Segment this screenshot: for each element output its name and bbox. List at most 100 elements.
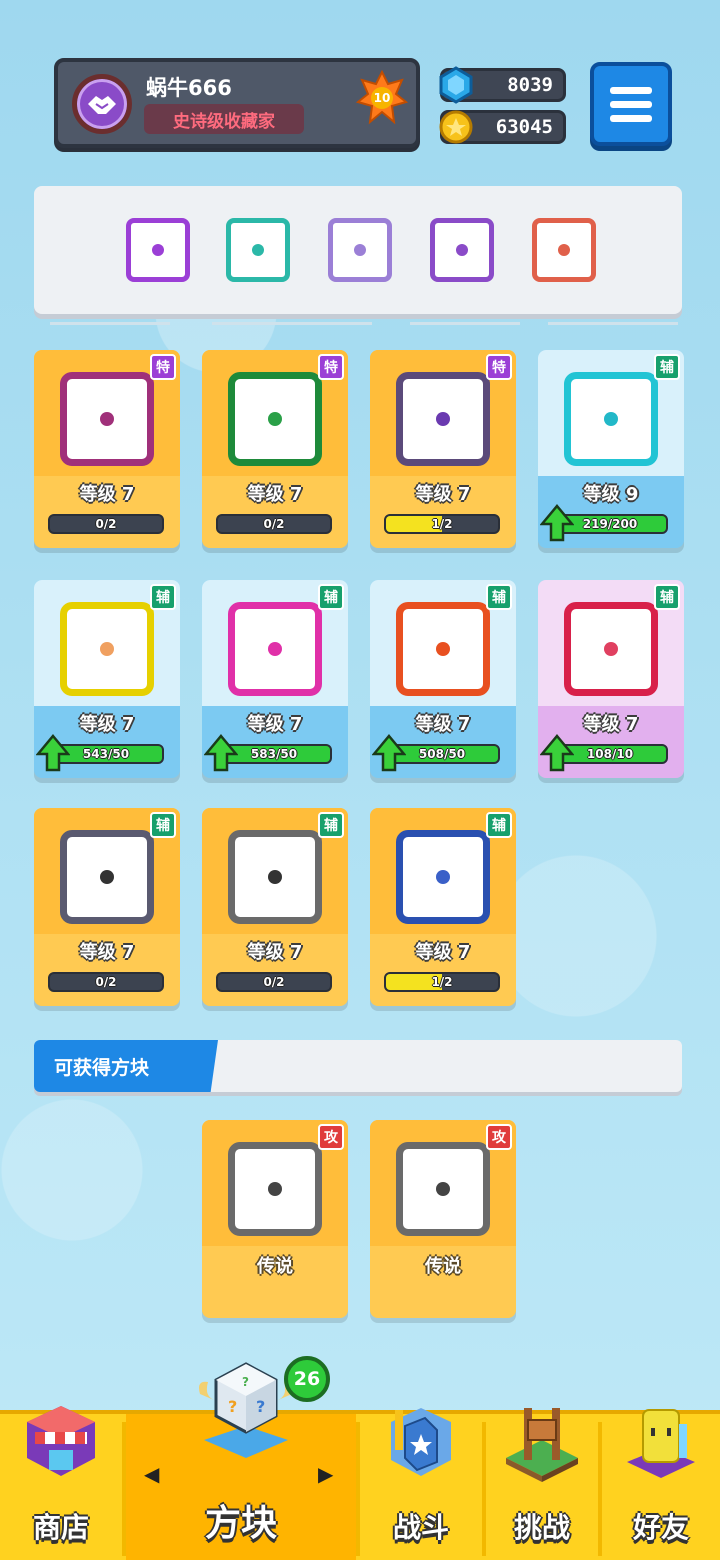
coin-counter[interactable]: 63045 — [439, 110, 566, 144]
block-card[interactable]: 辅 等级 7 108/10 — [538, 580, 684, 778]
tile-center-dot — [604, 412, 618, 426]
block-card[interactable]: 特 等级 7 0/2 — [34, 350, 180, 548]
block-progress-bar: 0/2 — [48, 514, 164, 534]
tile-center-dot — [268, 870, 282, 884]
block-card[interactable]: 特 等级 7 1/2 — [370, 350, 516, 548]
block-card[interactable]: 辅 等级 7 1/2 — [370, 808, 516, 1006]
block-type-badge: 辅 — [318, 812, 344, 838]
available-section-header: 可获得方块 — [34, 1040, 682, 1092]
nav-challenge-label: 挑战 — [513, 1511, 570, 1544]
block-type-badge: 辅 — [486, 812, 512, 838]
block-progress-bar: 0/2 — [216, 972, 332, 992]
player-level-badge: 10 — [356, 70, 408, 126]
tile-center-dot — [604, 642, 618, 656]
block-level: 等级 7 — [247, 714, 303, 735]
block-card[interactable]: 特 等级 7 0/2 — [202, 350, 348, 548]
block-type-badge: 辅 — [318, 584, 344, 610]
block-level: 等级 7 — [247, 484, 303, 505]
upgrade-arrow-icon[interactable] — [540, 504, 574, 542]
block-rarity: 传说 — [257, 1256, 293, 1277]
next-arrow-icon[interactable]: ▶ — [318, 1462, 333, 1486]
block-level: 等级 9 — [583, 484, 639, 505]
available-block-card[interactable]: 攻 传说 — [370, 1120, 516, 1318]
block-card[interactable]: 辅 等级 7 583/50 — [202, 580, 348, 778]
progress-text: 0/2 — [263, 975, 285, 989]
progress-text: 1/2 — [431, 975, 453, 989]
gear-icon — [228, 1142, 322, 1236]
gem-counter[interactable]: 8039 — [439, 66, 566, 104]
tile-center-dot — [436, 870, 450, 884]
tile-center-dot — [268, 412, 282, 426]
crack-icon — [354, 244, 366, 256]
block-level: 等级 7 — [415, 942, 471, 963]
player-name: 蜗牛666 — [146, 76, 232, 100]
progress-text: 0/2 — [263, 517, 285, 531]
tile-center-dot — [100, 870, 114, 884]
divider — [548, 322, 678, 325]
infinity-icon — [558, 244, 570, 256]
shop-icon — [27, 1406, 95, 1476]
challenge-icon — [506, 1408, 578, 1482]
moon-icon — [396, 830, 490, 924]
nav-friends-label: 好友 — [632, 1511, 689, 1544]
battle-icon — [391, 1408, 451, 1476]
nav-shop-label: 商店 — [32, 1511, 89, 1544]
block-card[interactable]: 辅 等级 9 219/200 — [538, 350, 684, 548]
nav-blocks-label: 方块 — [204, 1503, 277, 1544]
block-card[interactable]: 辅 等级 7 543/50 — [34, 580, 180, 778]
divider — [212, 322, 372, 325]
block-card[interactable]: 辅 等级 7 0/2 — [202, 808, 348, 1006]
friends-icon — [627, 1409, 695, 1478]
handshake-icon — [88, 96, 116, 114]
block-card[interactable]: 辅 等级 7 508/50 — [370, 580, 516, 778]
block-card[interactable]: 辅 等级 7 0/2 — [34, 808, 180, 1006]
shield-icon — [228, 602, 322, 696]
block-level: 等级 7 — [79, 714, 135, 735]
profile-panel[interactable]: 蜗牛666 史诗级收藏家 10 — [54, 58, 420, 148]
deck-slot[interactable] — [532, 218, 596, 282]
upgrade-arrow-icon[interactable] — [372, 734, 406, 772]
tile-center-dot — [436, 412, 450, 426]
jaws-icon — [60, 830, 154, 924]
deck-slot[interactable] — [430, 218, 494, 282]
block-type-badge: 辅 — [150, 812, 176, 838]
purple-orb-icon — [456, 244, 468, 256]
sword-icon — [396, 602, 490, 696]
block-progress-bar: 0/2 — [216, 514, 332, 534]
upgrade-arrow-icon[interactable] — [540, 734, 574, 772]
available-section-title: 可获得方块 — [34, 1040, 218, 1092]
coin-icon — [439, 110, 473, 144]
block-type-badge: 辅 — [486, 584, 512, 610]
deck-slot[interactable] — [328, 218, 392, 282]
blocks-count-badge: 26 — [284, 1356, 330, 1402]
block-rarity: 传说 — [425, 1256, 461, 1277]
nav-battle[interactable]: 战斗 — [360, 1408, 482, 1560]
divider — [410, 322, 520, 325]
tile-center-dot — [100, 642, 114, 656]
deck-slot[interactable] — [226, 218, 290, 282]
nav-shop[interactable]: 商店 — [0, 1406, 122, 1560]
tile-center-dot — [100, 412, 114, 426]
gem-amount: 8039 — [507, 74, 553, 96]
nav-battle-label: 战斗 — [392, 1511, 449, 1544]
upgrade-arrow-icon[interactable] — [36, 734, 70, 772]
hamburger-icon — [610, 86, 652, 94]
deck-slot[interactable] — [126, 218, 190, 282]
bottom-nav: 商店 方块 战斗 挑战 好友 — [0, 1406, 720, 1560]
nav-friends[interactable]: 好友 — [602, 1409, 720, 1560]
block-type-badge: 特 — [150, 354, 176, 380]
block-progress-bar: 1/2 — [384, 972, 500, 992]
nav-challenge[interactable]: 挑战 — [486, 1408, 598, 1560]
crit-plus-icon — [564, 602, 658, 696]
svg-text:?: ? — [228, 1397, 237, 1416]
progress-text: 0/2 — [95, 517, 117, 531]
menu-button[interactable] — [590, 62, 672, 146]
avatar[interactable] — [72, 74, 132, 134]
prev-arrow-icon[interactable]: ◀ — [144, 1462, 159, 1486]
block-type-badge: 特 — [318, 354, 344, 380]
tile-center-dot — [268, 642, 282, 656]
available-block-card[interactable]: 攻 传说 — [202, 1120, 348, 1318]
block-type-badge: 辅 — [654, 584, 680, 610]
upgrade-arrow-icon[interactable] — [204, 734, 238, 772]
block-level: 等级 7 — [583, 714, 639, 735]
